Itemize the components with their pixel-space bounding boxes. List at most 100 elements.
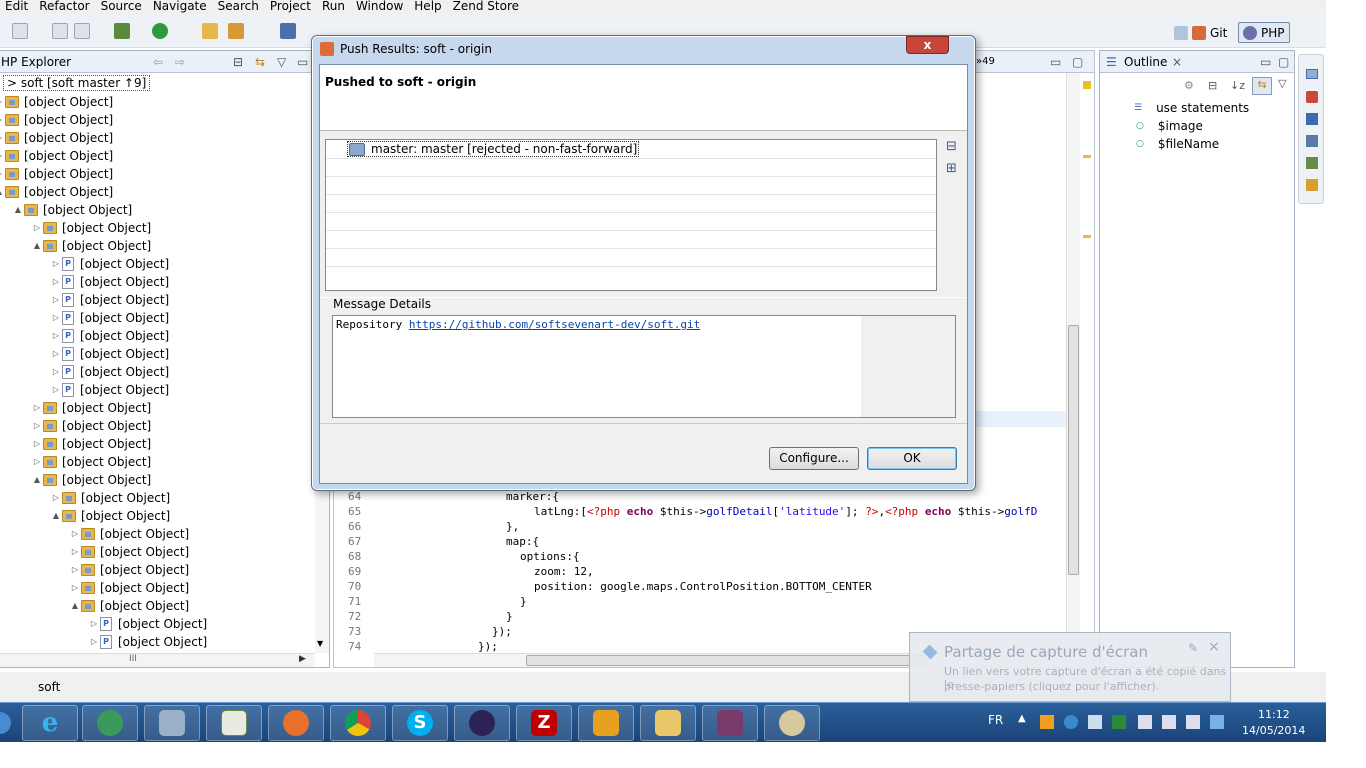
- filezilla-button[interactable]: Z: [516, 705, 572, 741]
- screenshot-share-notification[interactable]: Partage de capture d'écran ✎ × Un lien v…: [909, 632, 1231, 702]
- code-line[interactable]: },: [506, 519, 519, 534]
- tree-item[interactable]: ▷[object Object]: [0, 111, 113, 129]
- outline-item[interactable]: ☰ use statements: [1134, 99, 1249, 117]
- expand-toggle-icon[interactable]: ▷: [50, 291, 62, 309]
- expand-toggle-icon[interactable]: ▲: [50, 507, 62, 525]
- collapse-all-icon[interactable]: ⊟: [946, 140, 960, 155]
- expand-toggle-icon[interactable]: ▷: [88, 615, 100, 633]
- debug-icon[interactable]: [114, 23, 130, 39]
- tree-item[interactable]: ▷ P [object Object]: [88, 615, 207, 633]
- code-line[interactable]: }: [520, 594, 527, 609]
- eclipse-button[interactable]: [454, 705, 510, 741]
- menu-item[interactable]: Window: [351, 0, 409, 14]
- code-line[interactable]: }: [506, 609, 513, 624]
- notepad-button[interactable]: [206, 705, 262, 741]
- tray-app-icon[interactable]: [1040, 715, 1054, 729]
- expand-toggle-icon[interactable]: ▷: [50, 363, 62, 381]
- code-line[interactable]: latLng:[<?php echo $this->golfDetail['la…: [534, 504, 1037, 519]
- expand-toggle-icon[interactable]: ▷: [50, 345, 62, 363]
- hide-fields-icon[interactable]: ⚙: [1184, 79, 1200, 93]
- link-editor-icon[interactable]: ⇆: [255, 51, 265, 73]
- outline-tab[interactable]: ☰ Outline × ▭ ▢: [1100, 51, 1294, 73]
- repository-link[interactable]: https://github.com/softsevenart-dev/soft…: [409, 318, 700, 331]
- chrome-button[interactable]: [330, 705, 386, 741]
- expand-toggle-icon[interactable]: ▲: [31, 471, 43, 489]
- outline-maximize-icon[interactable]: ▢: [1278, 51, 1289, 73]
- internet-explorer-button[interactable]: e: [22, 705, 78, 741]
- editor-vscrollbar[interactable]: [1066, 73, 1080, 653]
- code-line[interactable]: map:{: [506, 534, 539, 549]
- expand-toggle-icon[interactable]: ▲: [12, 201, 24, 219]
- language-indicator[interactable]: FR: [988, 713, 1003, 727]
- expand-toggle-icon[interactable]: ▷: [50, 273, 62, 291]
- menu-item[interactable]: Refactor: [34, 0, 95, 14]
- expand-all-icon[interactable]: ⊞: [946, 162, 960, 177]
- code-line[interactable]: marker:{: [506, 489, 559, 504]
- tree-item[interactable]: ▷ P [object Object]: [88, 633, 207, 651]
- tree-item[interactable]: ▲ [object Object]: [31, 237, 151, 255]
- php-explorer-tab[interactable]: HP Explorer ⇦ ⇨ ⊟ ⇆ ▽ ▭ ▢: [0, 51, 329, 73]
- expand-toggle-icon[interactable]: ▷: [69, 543, 81, 561]
- outline-item[interactable]: ○ $fileName: [1136, 135, 1219, 153]
- expand-toggle-icon[interactable]: ▷: [50, 255, 62, 273]
- menu-item[interactable]: Navigate: [148, 0, 213, 14]
- tree-item[interactable]: ▷ P [object Object]: [50, 291, 169, 309]
- collapse-all-icon[interactable]: ⊟: [233, 51, 243, 73]
- notes-app-button[interactable]: [144, 705, 200, 741]
- tree-item[interactable]: ▷[object Object]: [69, 525, 189, 543]
- run-icon[interactable]: [152, 23, 168, 39]
- expand-toggle-icon[interactable]: ▷: [50, 381, 62, 399]
- firefox-button[interactable]: [268, 705, 324, 741]
- occurrence-marker[interactable]: [1083, 155, 1091, 158]
- scroll-right-icon[interactable]: ▶: [299, 654, 306, 664]
- outlook-button[interactable]: [578, 705, 634, 741]
- menu-item[interactable]: Help: [409, 0, 447, 14]
- result-row[interactable]: master: master [rejected - non-fast-forw…: [347, 141, 640, 157]
- console-icon[interactable]: [1306, 113, 1318, 125]
- expand-toggle-icon[interactable]: ▷: [50, 327, 62, 345]
- code-line[interactable]: position: google.maps.ControlPosition.BO…: [534, 579, 872, 594]
- expand-toggle-icon[interactable]: ▲: [31, 237, 43, 255]
- scroll-down-icon[interactable]: ▼: [317, 639, 323, 648]
- new-icon[interactable]: [12, 23, 28, 39]
- save-all-icon[interactable]: [74, 23, 90, 39]
- bookmarks-icon[interactable]: [1306, 179, 1318, 191]
- tree-item[interactable]: ▷[object Object]: [69, 543, 189, 561]
- volume-icon[interactable]: [1186, 715, 1200, 729]
- tree-item[interactable]: ▷ P [object Object]: [50, 273, 169, 291]
- expand-toggle-icon[interactable]: ▷: [50, 489, 62, 507]
- editor-vscroll-thumb[interactable]: [1068, 325, 1079, 575]
- tree-item[interactable]: ▲ [object Object]: [69, 597, 189, 615]
- tree-item[interactable]: ▷[object Object]: [31, 453, 151, 471]
- outline-minimize-icon[interactable]: ▭: [1260, 51, 1271, 73]
- tree-item[interactable]: ▷[object Object]: [69, 579, 189, 597]
- expand-toggle-icon[interactable]: ▲: [69, 597, 81, 615]
- tree-item[interactable]: ▷ P [object Object]: [50, 255, 169, 273]
- tray-signal-icon[interactable]: [1088, 715, 1102, 729]
- expand-toggle-icon[interactable]: ▷: [69, 525, 81, 543]
- expand-toggle-icon[interactable]: ▷: [88, 633, 100, 651]
- action-center-icon[interactable]: [1138, 715, 1152, 729]
- tray-info-icon[interactable]: [1064, 715, 1078, 729]
- code-line[interactable]: zoom: 12,: [534, 564, 594, 579]
- tree-item[interactable]: ▷ P [object Object]: [50, 309, 169, 327]
- tree-item[interactable]: ▷ P [object Object]: [50, 381, 169, 399]
- link-outline-icon[interactable]: ⇆: [1252, 77, 1272, 95]
- explorer-hscrollbar[interactable]: III ▶: [0, 653, 315, 667]
- tree-item[interactable]: ▷[object Object]: [0, 93, 113, 111]
- expand-toggle-icon[interactable]: ▷: [31, 219, 43, 237]
- menu-item[interactable]: Zend Store: [448, 0, 525, 14]
- save-icon[interactable]: [52, 23, 68, 39]
- editor-maximize-icon[interactable]: ▢: [1072, 51, 1083, 73]
- editor-minimize-icon[interactable]: ▭: [1050, 51, 1061, 73]
- open-folder-icon[interactable]: [202, 23, 218, 39]
- message-details-box[interactable]: Repository https://github.com/softsevena…: [332, 315, 956, 418]
- occurrence-marker[interactable]: [1083, 235, 1091, 238]
- menu-item[interactable]: Search: [213, 0, 265, 14]
- winrar-button[interactable]: [702, 705, 758, 741]
- notification-close-icon[interactable]: ×: [1208, 639, 1220, 655]
- tree-item[interactable]: ▷[object Object]: [31, 219, 151, 237]
- collapse-outline-icon[interactable]: ⊟: [1208, 79, 1224, 93]
- tray-status-icon[interactable]: [1112, 715, 1126, 729]
- view-menu-icon[interactable]: ▽: [277, 51, 286, 73]
